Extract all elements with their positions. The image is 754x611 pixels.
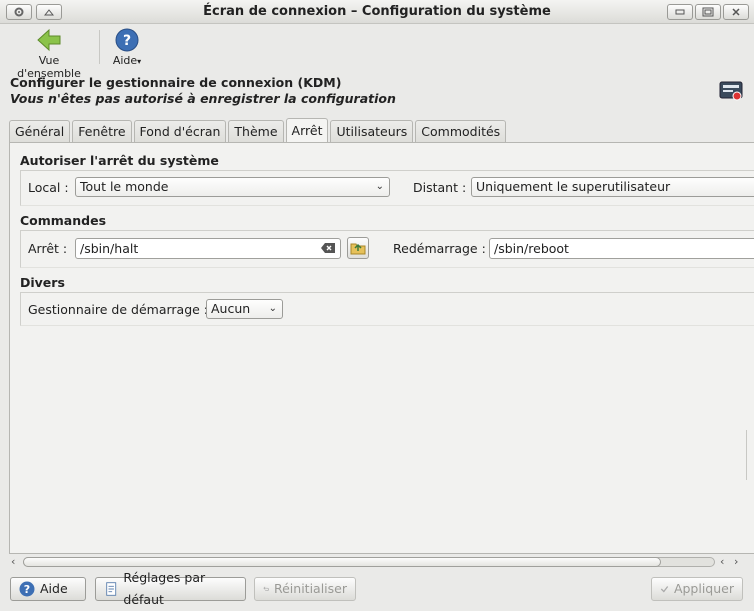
clear-icon[interactable] bbox=[320, 242, 336, 254]
halt-command-input[interactable]: /sbin/halt bbox=[75, 238, 341, 259]
remote-select-value: Uniquement le superutilisateur bbox=[476, 179, 671, 194]
checkmark-icon bbox=[660, 586, 669, 593]
tab-general[interactable]: Général bbox=[9, 120, 71, 142]
reboot-command-input[interactable]: /sbin/reboot bbox=[489, 238, 754, 259]
scroll-left-end-icon[interactable]: ‹ bbox=[720, 555, 724, 568]
kdm-config-icon bbox=[719, 81, 743, 101]
bootmgr-label: Gestionnaire de démarrage : bbox=[28, 302, 209, 317]
minimize-icon bbox=[675, 9, 685, 15]
reboot-label: Redémarrage : bbox=[393, 241, 486, 256]
browse-halt-button[interactable] bbox=[347, 237, 369, 259]
horizontal-scrollbar[interactable]: ‹ ‹ › bbox=[9, 555, 754, 569]
tab-users[interactable]: Utilisateurs bbox=[330, 120, 414, 142]
chevron-down-icon: ⌄ bbox=[375, 181, 384, 192]
maximize-icon bbox=[702, 7, 714, 17]
halt-command-value: /sbin/halt bbox=[80, 241, 139, 256]
remote-select[interactable]: Uniquement le superutilisateur bbox=[471, 177, 754, 197]
bootmgr-select[interactable]: Aucun ⌄ bbox=[206, 299, 283, 319]
tab-window[interactable]: Fenêtre bbox=[72, 120, 132, 142]
defaults-button[interactable]: Réglages par défaut bbox=[95, 570, 246, 607]
apply-button-label: Appliquer bbox=[673, 581, 734, 596]
help-menu-button[interactable]: ? Aide▾ bbox=[110, 28, 144, 67]
page-title: Configurer le gestionnaire de connexion … bbox=[10, 75, 342, 90]
svg-text:?: ? bbox=[24, 583, 30, 596]
page-subtitle: Vous n'êtes pas autorisé à enregistrer l… bbox=[10, 91, 396, 106]
folder-open-icon bbox=[350, 243, 366, 255]
minimize-button[interactable] bbox=[667, 4, 693, 20]
maximize-button[interactable] bbox=[695, 4, 721, 20]
svg-text:?: ? bbox=[123, 33, 131, 49]
reset-button[interactable]: Réinitialiser bbox=[254, 577, 356, 601]
reset-button-label: Réinitialiser bbox=[273, 581, 347, 596]
local-select[interactable]: Tout le monde ⌄ bbox=[75, 177, 390, 197]
tab-bar: Général Fenêtre Fond d'écran Thème Arrêt… bbox=[9, 118, 508, 142]
help-icon: ? bbox=[115, 28, 139, 52]
misc-group-title: Divers bbox=[20, 275, 65, 290]
local-select-value: Tout le monde bbox=[80, 179, 169, 194]
help-icon: ? bbox=[19, 581, 35, 597]
tab-background[interactable]: Fond d'écran bbox=[133, 120, 227, 142]
chevron-down-icon: ⌄ bbox=[268, 303, 277, 314]
reboot-command-value: /sbin/reboot bbox=[494, 241, 569, 256]
local-label: Local : bbox=[28, 180, 69, 195]
toolbar-separator bbox=[99, 30, 100, 64]
halt-label: Arrêt : bbox=[28, 241, 68, 256]
tab-conveniences[interactable]: Commodités bbox=[415, 120, 507, 142]
chevron-down-icon: ▾ bbox=[137, 57, 142, 66]
help-button-label: Aide bbox=[40, 581, 68, 596]
defaults-button-label: Réglages par défaut bbox=[123, 570, 206, 607]
remote-label: Distant : bbox=[413, 180, 467, 195]
window-title: Écran de connexion – Configuration du sy… bbox=[203, 4, 551, 19]
help-label: Aide bbox=[112, 54, 138, 67]
scroll-right-icon[interactable]: › bbox=[734, 555, 738, 568]
bootmgr-select-value: Aucun bbox=[211, 301, 251, 316]
tab-shutdown[interactable]: Arrêt bbox=[285, 118, 329, 142]
scroll-thumb[interactable] bbox=[23, 557, 661, 567]
close-button[interactable] bbox=[723, 4, 749, 20]
title-bar: Écran de connexion – Configuration du sy… bbox=[0, 0, 754, 24]
apply-button[interactable]: Appliquer bbox=[651, 577, 743, 601]
overview-button[interactable]: Vue d'ensemble bbox=[8, 28, 90, 80]
shutdown-group-title: Autoriser l'arrêt du système bbox=[20, 153, 219, 168]
commands-group-title: Commandes bbox=[20, 213, 107, 228]
close-icon bbox=[732, 8, 740, 16]
undo-icon bbox=[263, 586, 269, 592]
resize-grip[interactable] bbox=[746, 430, 754, 480]
back-arrow-icon bbox=[37, 28, 61, 52]
help-button[interactable]: ? Aide bbox=[10, 577, 86, 601]
scroll-left-icon[interactable]: ‹ bbox=[11, 555, 15, 568]
tab-theme[interactable]: Thème bbox=[228, 120, 284, 142]
document-icon bbox=[106, 582, 117, 596]
